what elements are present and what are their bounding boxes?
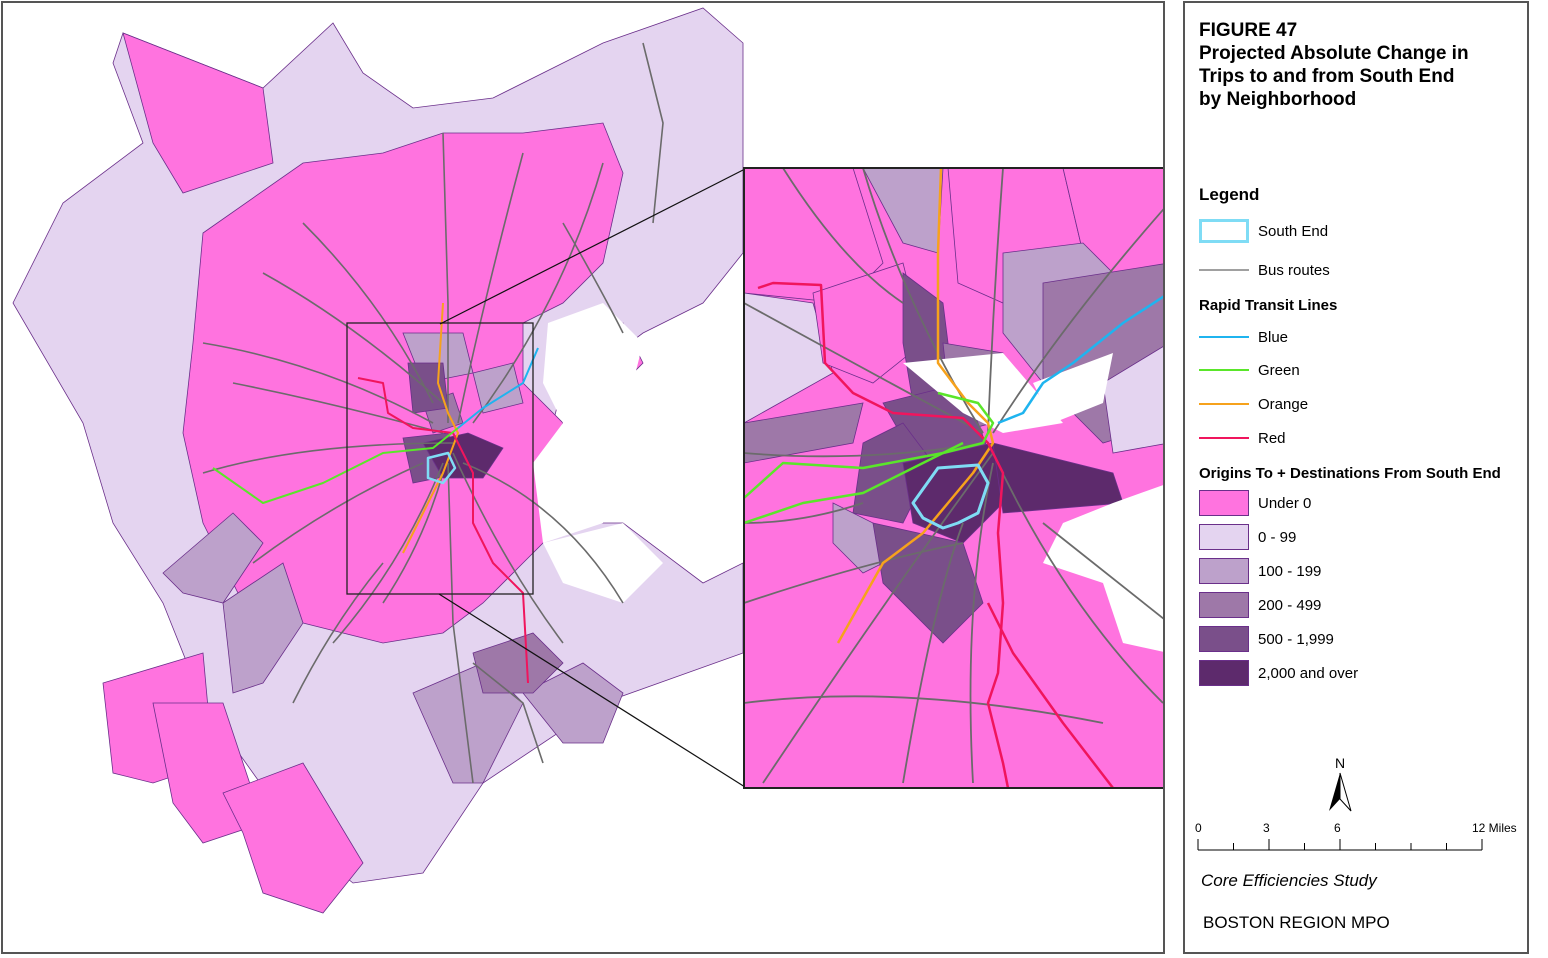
class-swatch [1199,558,1249,584]
figure-title-line: by Neighborhood [1199,89,1357,110]
inset-map[interactable] [743,167,1165,789]
scale-tick-label: 6 [1334,821,1341,835]
legend-class-item: 100 - 199 [1199,558,1322,584]
class-swatch [1199,660,1249,686]
legend-item-red-line: Red [1199,426,1286,450]
legend-class-item: Under 0 [1199,490,1312,516]
legend-label: South End [1258,222,1329,240]
orange-line-icon [1199,392,1249,416]
red-line-icon [1199,426,1249,450]
legend-label: Green [1258,361,1300,379]
neighborhood-polygon[interactable] [407,362,449,414]
scale-bar: 0 3 6 12 Miles [1195,821,1525,861]
rapid-transit-heading: Rapid Transit Lines [1199,297,1338,314]
legend-label: Orange [1258,395,1309,413]
legend-item-green-line: Green [1199,358,1300,382]
regional-map[interactable] [3,3,1165,954]
legend-label: Under 0 [1258,494,1312,512]
neighborhood-polygons [12,7,744,914]
class-swatch [1199,524,1249,550]
legend-label: 500 - 1,999 [1258,630,1334,648]
legend-label: Red [1258,429,1286,447]
legend-class-item: 2,000 and over [1199,660,1359,686]
north-label: N [1335,755,1346,771]
south-end-swatch [1199,219,1249,243]
class-swatch [1199,592,1249,618]
legend-label: Blue [1258,328,1289,346]
legend-label: 2,000 and over [1258,664,1359,682]
legend-label: 0 - 99 [1258,528,1297,546]
blue-line-icon [1199,325,1249,349]
legend-item-south-end: South End [1199,219,1328,243]
class-swatch [1199,626,1249,652]
scale-bar-graphic [1197,839,1483,851]
legend-panel: FIGURE 47 Projected Absolute Change in T… [1183,1,1529,954]
figure-title-line: Projected Absolute Change in [1199,43,1469,64]
map-panel[interactable] [1,1,1165,954]
legend-label: 100 - 199 [1258,562,1322,580]
study-credit: Core Efficiencies Study [1201,871,1377,890]
legend-class-item: 200 - 499 [1199,592,1322,618]
classes-heading: Origins To + Destinations From South End [1199,465,1501,482]
legend-item-bus-routes: Bus routes [1199,258,1330,282]
figure-title-line: Trips to and from South End [1199,66,1455,87]
figure-number: FIGURE 47 [1199,20,1298,41]
legend-class-item: 500 - 1,999 [1199,626,1334,652]
scale-tick-label: 3 [1263,821,1270,835]
legend-item-orange-line: Orange [1199,392,1308,416]
legend-item-blue-line: Blue [1199,325,1288,349]
bus-route-line-icon [1199,258,1249,282]
figure-title: FIGURE 47 Projected Absolute Change in T… [1199,19,1519,111]
organization-name: BOSTON REGION MPO [1203,913,1390,932]
legend-label: Bus routes [1258,261,1330,279]
green-line-icon [1199,358,1249,382]
scale-tick-label: 12 Miles [1472,821,1517,835]
legend-class-item: 0 - 99 [1199,524,1297,550]
legend-label: 200 - 499 [1258,596,1322,614]
scale-tick-label: 0 [1195,821,1202,835]
legend-heading: Legend [1199,185,1260,204]
class-swatch [1199,490,1249,516]
